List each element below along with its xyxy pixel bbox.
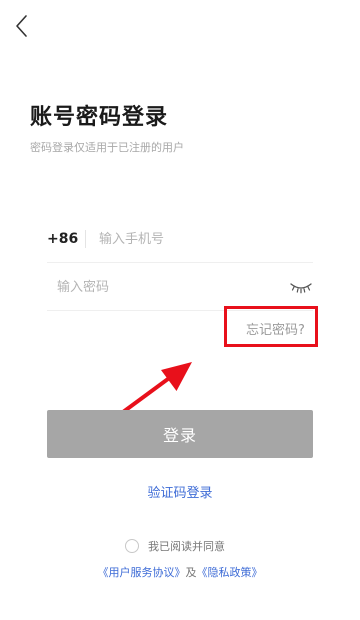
agreement-text: 我已阅读并同意	[148, 540, 225, 553]
agreement-row: 我已阅读并同意	[125, 538, 225, 554]
back-arrow-icon	[16, 15, 27, 37]
country-code-divider	[85, 230, 86, 248]
policy-links-row: 《用户服务协议》及《隐私政策》	[0, 564, 360, 580]
password-row	[47, 264, 313, 311]
annotation-highlight-box	[224, 306, 318, 347]
page-subtitle: 密码登录仅适用于已注册的用户	[30, 141, 184, 154]
phone-row: +86	[47, 216, 313, 263]
privacy-policy-link[interactable]: 《隐私政策》	[197, 566, 263, 579]
login-button[interactable]: 登录	[47, 410, 313, 458]
password-input[interactable]	[57, 277, 257, 297]
page-title: 账号密码登录	[30, 105, 169, 130]
terms-of-service-link[interactable]: 《用户服务协议》	[98, 566, 186, 579]
password-visibility-toggle[interactable]	[289, 279, 313, 294]
country-code[interactable]: +86	[47, 231, 78, 247]
back-button[interactable]	[12, 13, 34, 39]
policy-conjunction: 及	[185, 566, 197, 579]
agreement-radio[interactable]	[125, 539, 139, 553]
phone-input[interactable]	[99, 229, 299, 249]
eye-closed-icon	[290, 283, 312, 294]
sms-code-login-link[interactable]: 验证码登录	[0, 482, 360, 501]
